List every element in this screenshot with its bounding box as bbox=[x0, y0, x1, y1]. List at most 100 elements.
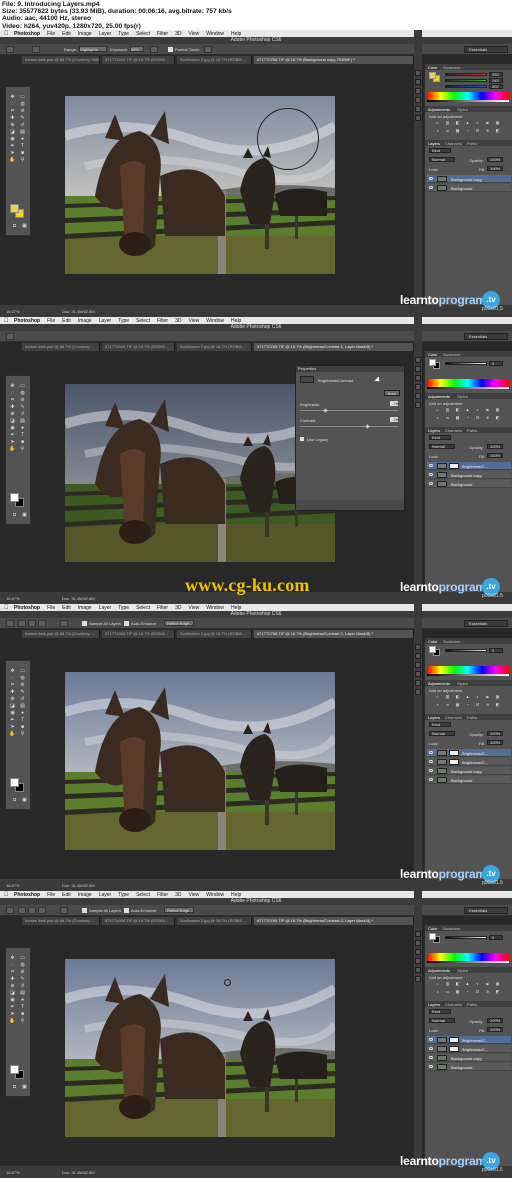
grayscale-ramp[interactable] bbox=[427, 100, 509, 102]
color-fg-swatch[interactable] bbox=[429, 359, 436, 366]
adjustment-icon[interactable]: ◩ bbox=[495, 416, 500, 420]
color-fg-swatch[interactable] bbox=[429, 72, 436, 79]
visibility-eye-icon[interactable] bbox=[429, 778, 433, 781]
document-tab-4[interactable]: 6717T0765.TIF @ 16.7% (Brightness/Contra… bbox=[254, 343, 414, 351]
healing-tool-icon[interactable]: ✚ bbox=[8, 689, 17, 696]
adjustment-icon[interactable]: ◧ bbox=[455, 982, 460, 986]
menu-file[interactable]: File bbox=[47, 318, 55, 324]
layer-row[interactable]: Background bbox=[427, 480, 511, 488]
layer-filter-select[interactable]: Kind bbox=[429, 148, 451, 153]
dock-panel-icon[interactable] bbox=[415, 393, 421, 399]
gradient-tool-icon[interactable]: ▤ bbox=[18, 990, 27, 997]
menu-filter[interactable]: Filter bbox=[157, 318, 168, 324]
grayscale-ramp[interactable] bbox=[427, 674, 509, 676]
document-tab-3[interactable]: Sunflowers 2.jpg @ 16.7% (RGB/8... bbox=[177, 917, 252, 925]
dock-panel-icon[interactable] bbox=[415, 662, 421, 668]
visibility-eye-icon[interactable] bbox=[429, 751, 433, 754]
tab-channels[interactable]: Channels bbox=[445, 1002, 462, 1007]
layer-row[interactable]: Background bbox=[427, 1063, 511, 1071]
apple-menu-icon[interactable]:  bbox=[4, 318, 14, 324]
horse-photo[interactable] bbox=[65, 959, 335, 1137]
adjustment-icon[interactable]: ◧ bbox=[455, 695, 460, 699]
use-legacy-checkbox[interactable] bbox=[300, 437, 304, 441]
adjustment-icon[interactable]: ◩ bbox=[495, 990, 500, 994]
menu-file[interactable]: File bbox=[47, 605, 55, 611]
range-select[interactable]: Highlights bbox=[79, 46, 107, 52]
quick-mask-icon[interactable]: ◘ bbox=[10, 797, 19, 804]
eraser-tool-icon[interactable]: ◪ bbox=[8, 703, 17, 710]
dock-panel-icon[interactable] bbox=[415, 366, 421, 372]
history-brush-tool-icon[interactable]: ↺ bbox=[18, 411, 27, 418]
tab-adjustments[interactable]: Adjustments bbox=[428, 968, 450, 973]
marquee-tool-icon[interactable]: ▭ bbox=[18, 668, 27, 675]
dock-panel-icon[interactable] bbox=[415, 115, 421, 121]
layer-filter-select[interactable]: Kind bbox=[429, 435, 451, 440]
lasso-tool-icon[interactable]: ◌ bbox=[8, 101, 17, 108]
menu-window[interactable]: Window bbox=[206, 892, 224, 898]
workspace-switcher[interactable]: Essentials bbox=[464, 620, 508, 627]
tab-layers[interactable]: Layers bbox=[428, 715, 440, 720]
adjustment-icon[interactable]: ☯ bbox=[485, 121, 490, 125]
layer-mask-thumbnail[interactable] bbox=[449, 750, 459, 756]
crop-tool-icon[interactable]: ⌗ bbox=[8, 969, 17, 976]
refine-edge-button[interactable]: Refine Edge... bbox=[164, 907, 194, 913]
menu-image[interactable]: Image bbox=[78, 318, 92, 324]
layer-mask-thumbnail[interactable] bbox=[449, 759, 459, 765]
spectrum-ramp[interactable] bbox=[427, 92, 509, 100]
foreground-color-swatch[interactable] bbox=[10, 778, 19, 787]
type-tool-icon[interactable]: T bbox=[18, 432, 27, 439]
add-selection-icon[interactable] bbox=[28, 620, 36, 627]
adjustment-icon[interactable]: ◐ bbox=[475, 982, 480, 986]
dock-panel-icon[interactable] bbox=[415, 653, 421, 659]
gray-value[interactable]: 0 bbox=[489, 935, 503, 940]
gray-slider[interactable] bbox=[445, 936, 487, 939]
menu-select[interactable]: Select bbox=[136, 31, 150, 37]
adjustment-icon[interactable]: ≋ bbox=[485, 990, 490, 994]
path-select-tool-icon[interactable]: ➤ bbox=[8, 1011, 17, 1018]
document-tab-3[interactable]: Sunflowers 2.jpg @ 16.7% (RGB/8... bbox=[177, 630, 252, 638]
apple-menu-icon[interactable]:  bbox=[4, 892, 14, 898]
adjustment-icon[interactable]: ⚌ bbox=[445, 703, 450, 707]
dock-panel-icon[interactable] bbox=[415, 97, 421, 103]
eyedropper-tool-icon[interactable]: ⊘ bbox=[18, 108, 27, 115]
pressure-icon[interactable] bbox=[204, 46, 212, 53]
menu-view[interactable]: View bbox=[189, 892, 200, 898]
menu-filter[interactable]: Filter bbox=[157, 605, 168, 611]
visibility-eye-icon[interactable] bbox=[429, 473, 433, 476]
menu-layer[interactable]: Layer bbox=[99, 892, 112, 898]
visibility-eye-icon[interactable] bbox=[429, 1047, 433, 1050]
exposure-field[interactable]: 50% bbox=[130, 46, 144, 52]
quick-select-tool-icon[interactable]: ◍ bbox=[18, 101, 27, 108]
tab-color[interactable]: Color bbox=[428, 352, 438, 357]
menu-type[interactable]: Type bbox=[118, 892, 129, 898]
visibility-eye-icon[interactable] bbox=[429, 769, 433, 772]
menu-layer[interactable]: Layer bbox=[99, 605, 112, 611]
adjustment-icon[interactable]: ◑ bbox=[435, 703, 440, 707]
dodge-tool-icon[interactable]: ● bbox=[18, 136, 27, 143]
layer-row[interactable]: Brightness/C... bbox=[427, 1036, 511, 1044]
tab-paths[interactable]: Paths bbox=[467, 715, 477, 720]
eraser-tool-icon[interactable]: ◪ bbox=[8, 418, 17, 425]
menu-image[interactable]: Image bbox=[78, 31, 92, 37]
visibility-eye-icon[interactable] bbox=[429, 186, 433, 189]
blend-mode-select[interactable]: Normal bbox=[429, 1018, 455, 1023]
tab-paths[interactable]: Paths bbox=[467, 1002, 477, 1007]
gray-value[interactable]: 0 bbox=[489, 361, 503, 366]
tab-color[interactable]: Color bbox=[428, 926, 438, 931]
menu-edit[interactable]: Edit bbox=[62, 892, 71, 898]
hand-tool-icon[interactable]: ✋ bbox=[8, 1018, 17, 1025]
adjustment-icon[interactable]: ⊟ bbox=[475, 703, 480, 707]
pen-tool-icon[interactable]: ✒ bbox=[8, 432, 17, 439]
layer-row[interactable]: Brightness/C... bbox=[427, 749, 511, 757]
healing-tool-icon[interactable]: ✚ bbox=[8, 404, 17, 411]
clone-stamp-tool-icon[interactable]: ⊕ bbox=[8, 983, 17, 990]
color-fg-swatch[interactable] bbox=[429, 933, 436, 940]
eraser-tool-icon[interactable]: ◪ bbox=[8, 990, 17, 997]
blur-tool-icon[interactable]: ◉ bbox=[8, 136, 17, 143]
zoom-tool-icon[interactable]: ⚲ bbox=[18, 731, 27, 738]
tab-channels[interactable]: Channels bbox=[445, 428, 462, 433]
layer-mask-thumbnail[interactable] bbox=[449, 1037, 459, 1043]
adjustment-icon[interactable]: ⊟ bbox=[475, 416, 480, 420]
menu-3d[interactable]: 3D bbox=[175, 892, 181, 898]
dock-panel-icon[interactable] bbox=[415, 357, 421, 363]
